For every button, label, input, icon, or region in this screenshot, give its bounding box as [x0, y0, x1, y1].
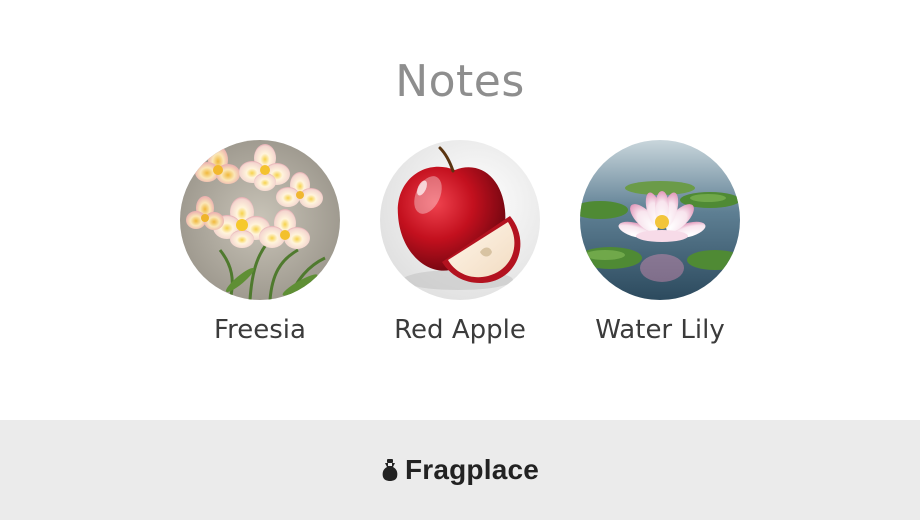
note-card-red-apple[interactable]: Red Apple [370, 140, 550, 346]
notes-section: Notes Freesia Red Apple Water Lily [0, 0, 920, 420]
fragplace-logo-icon [382, 459, 398, 481]
note-label-red-apple[interactable]: Red Apple [370, 314, 550, 346]
red-apple-image[interactable] [380, 140, 540, 300]
note-label-water-lily[interactable]: Water Lily [570, 314, 750, 346]
footer: Fragplace [0, 420, 920, 520]
note-card-water-lily[interactable]: Water Lily [570, 140, 750, 346]
brand-name: Fragplace [404, 454, 540, 485]
brand-link[interactable]: Fragplace [381, 454, 539, 486]
page-title: Notes [395, 56, 525, 107]
water-lily-image[interactable] [580, 140, 740, 300]
note-card-freesia[interactable]: Freesia [170, 140, 350, 346]
note-label-freesia[interactable]: Freesia [170, 314, 350, 346]
freesia-image[interactable] [180, 140, 340, 300]
